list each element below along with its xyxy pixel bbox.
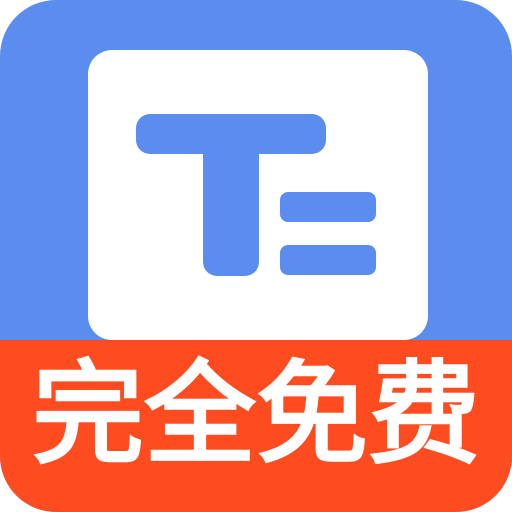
app-icon[interactable]: 完全免费	[0, 0, 512, 512]
line-upper-shape	[280, 192, 376, 222]
t-stem-shape	[203, 114, 259, 276]
line-lower-shape	[280, 245, 376, 275]
banner-text: 完全免费	[32, 350, 480, 480]
